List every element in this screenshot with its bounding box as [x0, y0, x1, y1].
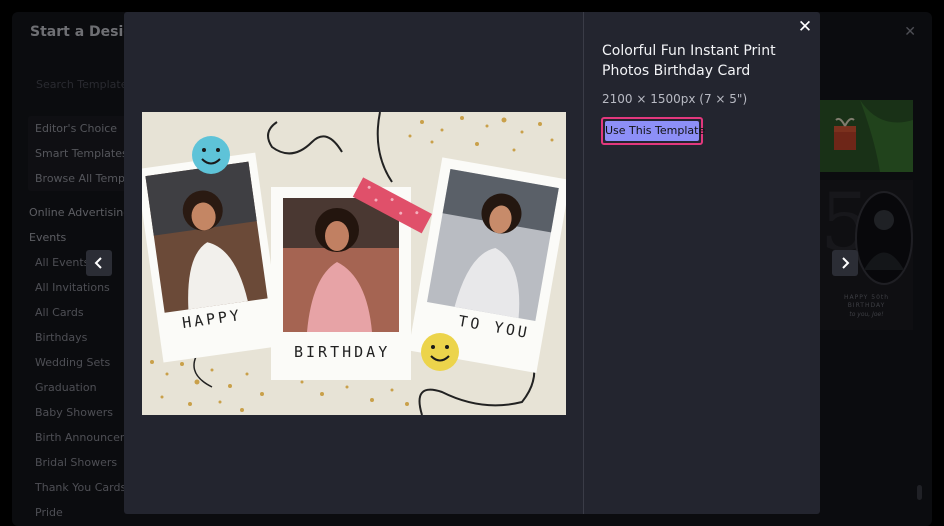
prev-template-button[interactable] — [86, 250, 112, 276]
photo-caption-birthday: BIRTHDAY — [294, 343, 391, 361]
template-title: Colorful Fun Instant Print Photos Birthd… — [602, 43, 776, 79]
use-template-label: Use This Template — [605, 121, 705, 141]
template-preview-modal: HAPPY BIRTHDAY TO YOU Colorful Fun Insta… — [124, 12, 820, 514]
template-preview-image: HAPPY BIRTHDAY TO YOU — [142, 112, 566, 415]
modal-divider — [583, 12, 584, 514]
close-icon[interactable]: ✕ — [796, 18, 814, 36]
template-dimensions: 2100 × 1500px (7 × 5") — [602, 92, 748, 106]
use-template-button[interactable]: Use This Template — [601, 117, 705, 145]
chevron-right-icon — [842, 257, 850, 269]
chevron-left-icon — [94, 257, 102, 269]
next-template-button[interactable] — [832, 250, 858, 276]
